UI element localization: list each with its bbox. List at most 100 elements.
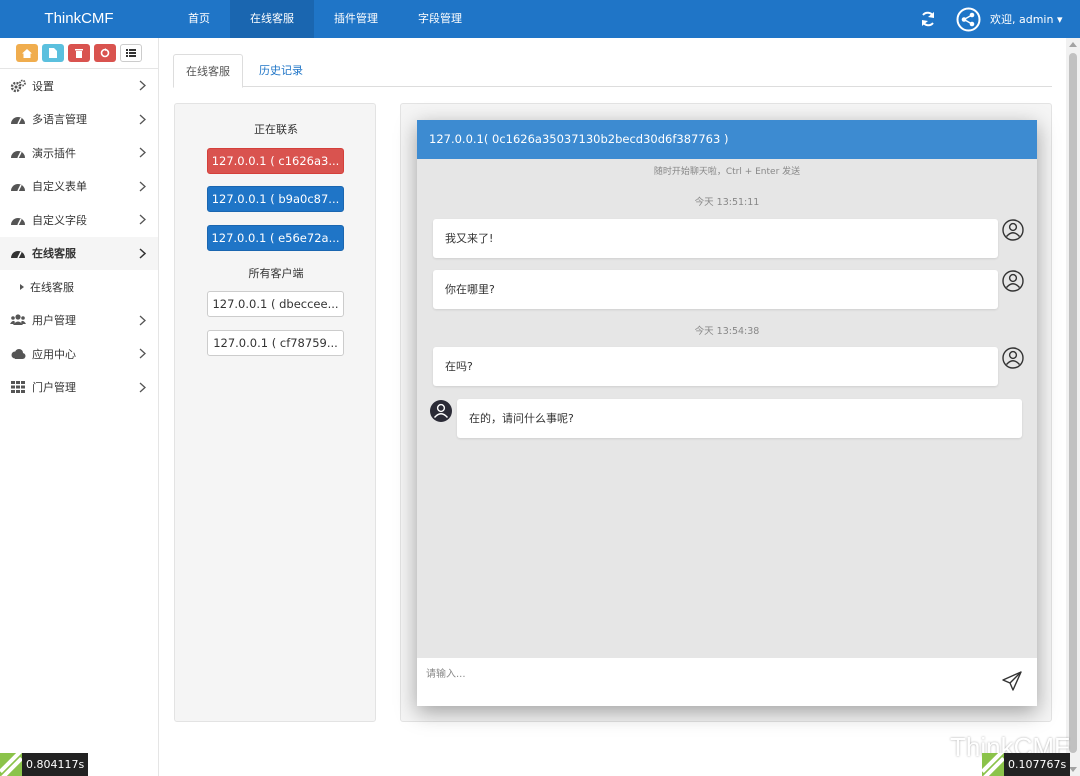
file-button[interactable] [42,44,64,62]
sidebar-item-label: 自定义表单 [32,180,87,194]
chat-timestamp: 今天 13:51:11 [694,197,760,208]
welcome-text: 欢迎, admin [990,13,1054,26]
top-nav: 首页 在线客服 插件管理 字段管理 [168,0,482,38]
user-avatar-icon [1002,219,1024,241]
chat-input[interactable]: 请输入... [426,665,466,680]
quick-buttons [0,38,158,69]
tab-bar: 在线客服 历史记录 [173,54,1052,88]
chevron-right-icon [139,348,146,359]
scroll-up-arrow-icon[interactable] [1069,42,1077,47]
gears-icon [10,79,26,93]
recycle-button[interactable] [94,44,116,62]
message-bubble: 我又来了! [433,219,998,258]
contact-button[interactable]: 127.0.0.1 ( b9a0c87... [207,186,344,212]
caret-right-icon [20,283,24,290]
contact-button-active[interactable]: 127.0.0.1 ( c1626a3... [207,148,344,174]
chat-window: 127.0.0.1( 0c1626a35037130b2becd30d6f387… [417,120,1037,706]
chevron-right-icon [139,315,146,325]
dashboard-icon [10,179,26,193]
welcome-user-dropdown[interactable]: 欢迎, admin ▾ [990,0,1063,40]
trace-time-value: 0.804117s [26,758,85,771]
sidebar-item-label: 用户管理 [32,314,76,328]
sidebar-item-label: 自定义字段 [32,213,87,227]
trace-logo-icon [982,753,1004,776]
chat-input-bar: 请输入... [417,658,1037,706]
page-trace-timer-left[interactable]: 0.804117s [0,753,89,776]
share-avatar-icon[interactable] [956,7,981,32]
tab-online-service[interactable]: 在线客服 [173,54,243,88]
sidebar-subitem-online-service[interactable]: 在线客服 [0,270,158,304]
sidebar: 设置 多语言管理 演示插件 自定义表单 自定义字段 在线客服 在线客服 用户管理… [0,38,159,776]
chevron-right-icon [139,247,146,259]
sidebar-item-custom-form[interactable]: 自定义表单 [0,170,158,204]
recycle-icon [100,48,110,58]
dashboard-icon [10,146,26,160]
nav-home[interactable]: 首页 [168,0,230,38]
sidebar-item-app-center[interactable]: 应用中心 [0,337,158,371]
contacts-panel: 正在联系 127.0.0.1 ( c1626a3... 127.0.0.1 ( … [174,103,376,722]
scroll-thumb[interactable] [1069,53,1077,753]
agent-avatar-icon [430,400,452,422]
user-avatar-icon [1002,347,1024,369]
dashboard-icon [10,246,26,260]
chat-panel: 127.0.0.1( 0c1626a35037130b2becd30d6f387… [400,103,1052,722]
all-clients-header: 所有客户端 [248,267,304,280]
chat-timestamp: 今天 13:54:38 [694,326,760,337]
refresh-icon[interactable] [920,10,936,28]
user-avatar-icon [1002,270,1024,292]
client-button[interactable]: 127.0.0.1 ( dbeccee... [207,291,344,317]
contact-button[interactable]: 127.0.0.1 ( e56e72a... [207,225,344,251]
sidebar-item-custom-field[interactable]: 自定义字段 [0,203,158,237]
chevron-right-icon [139,147,146,158]
client-button[interactable]: 127.0.0.1 ( cf78759... [207,330,344,356]
chat-hint: 随时开始聊天啦，Ctrl + Enter 发送 [653,167,801,177]
dashboard-icon [10,112,26,126]
nav-field-management[interactable]: 字段管理 [398,0,482,38]
trace-time-value: 0.107767s [1008,758,1067,771]
list-icon [126,49,136,57]
chat-title: 127.0.0.1( 0c1626a35037130b2becd30d6f387… [417,120,1037,159]
tab-history[interactable]: 历史记录 [247,54,315,88]
sidebar-item-online-service[interactable]: 在线客服 [0,236,158,270]
sidebar-item-portal[interactable]: 门户管理 [0,371,158,405]
sidebar-item-label: 设置 [32,79,54,93]
page-scrollbar[interactable] [1066,38,1080,776]
sidebar-item-label: 在线客服 [32,247,76,261]
sidebar-item-users[interactable]: 用户管理 [0,304,158,338]
cloud-icon [10,347,26,361]
home-icon [22,48,32,58]
page-trace-timer-right[interactable]: 0.107767s [982,753,1071,776]
users-icon [10,313,26,327]
sidebar-item-multilang[interactable]: 多语言管理 [0,103,158,137]
chevron-right-icon [139,80,146,91]
home-button[interactable] [16,44,38,62]
sidebar-item-label: 多语言管理 [32,113,87,127]
nav-online-service[interactable]: 在线客服 [230,0,314,38]
grid-icon [10,380,26,394]
send-icon[interactable] [1001,670,1023,692]
sidebar-subitem-label: 在线客服 [30,280,74,294]
chevron-right-icon [139,214,146,225]
sidebar-item-demo-plugin[interactable]: 演示插件 [0,136,158,170]
message-bubble: 在吗? [433,347,998,386]
caret-down-icon: ▾ [1056,13,1063,26]
active-contacts-header: 正在联系 [254,123,298,136]
sidebar-item-settings[interactable]: 设置 [0,69,158,103]
message-bubble: 你在哪里? [433,270,998,309]
chevron-right-icon [139,382,146,392]
sidebar-item-label: 演示插件 [32,146,76,160]
chevron-right-icon [139,181,146,191]
delete-button[interactable] [68,44,90,62]
main-content: 在线客服 历史记录 正在联系 127.0.0.1 ( c1626a3... 12… [159,38,1066,776]
trash-icon [75,49,83,58]
chevron-right-icon [139,114,146,124]
sidebar-item-label: 应用中心 [32,347,76,361]
dashboard-icon [10,213,26,227]
list-button[interactable] [120,44,142,62]
sidebar-item-label: 门户管理 [32,381,76,395]
brand-logo[interactable]: ThinkCMF [0,0,158,38]
trace-logo-icon [0,753,22,776]
reply-bubble: 在的，请问什么事呢? [457,399,1022,438]
nav-plugin-management[interactable]: 插件管理 [314,0,398,38]
top-navbar: ThinkCMF 首页 在线客服 插件管理 字段管理 欢迎, admin ▾ [0,0,1080,38]
